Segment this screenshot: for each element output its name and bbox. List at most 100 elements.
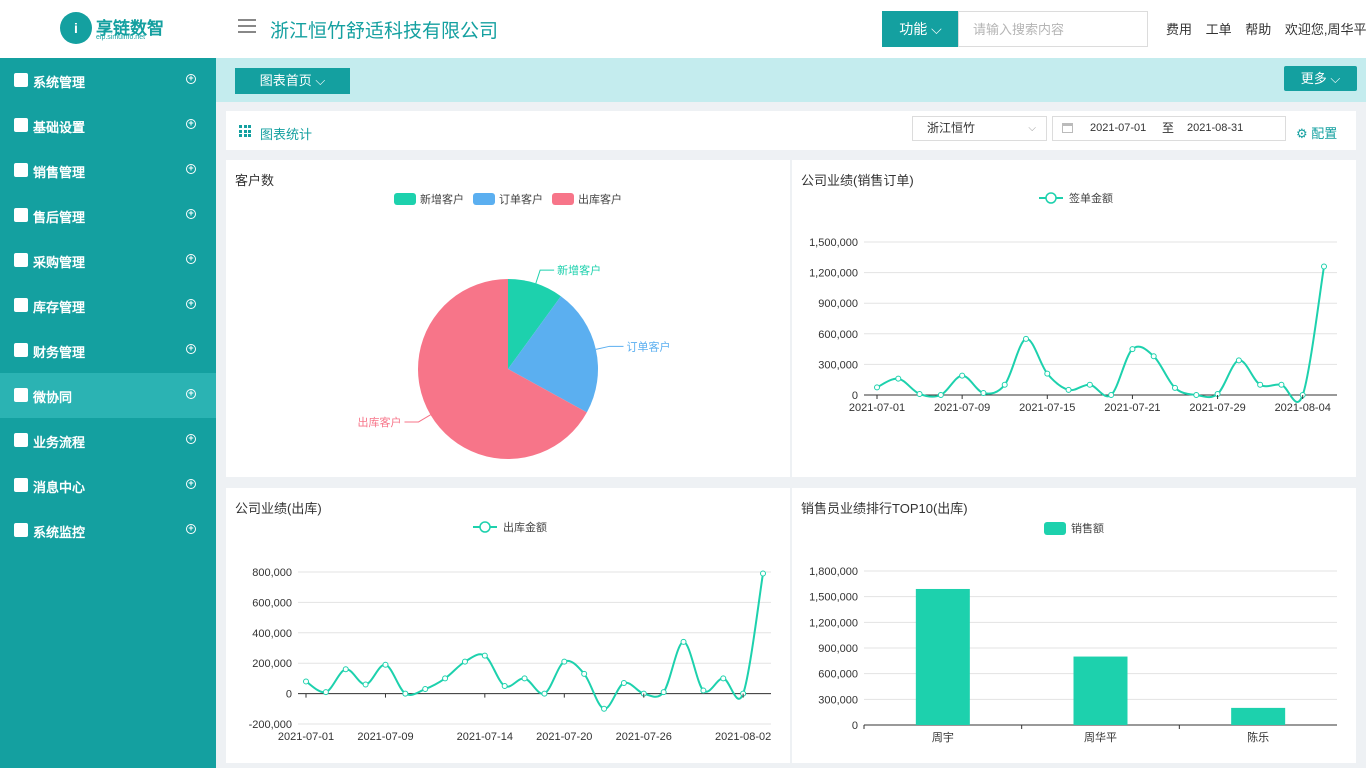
data-point bbox=[959, 372, 966, 379]
y-tick-label: 1,800,000 bbox=[809, 566, 858, 578]
x-tick-label: 2021-07-09 bbox=[934, 402, 990, 414]
pie-label-line bbox=[595, 345, 624, 350]
expand-plus-icon[interactable]: + bbox=[186, 299, 196, 309]
legend-label: 订单客户 bbox=[499, 192, 543, 206]
company-select-value: 浙江恒竹 bbox=[927, 121, 976, 135]
data-point bbox=[342, 666, 349, 673]
expand-plus-icon[interactable]: + bbox=[186, 389, 196, 399]
data-point bbox=[1257, 381, 1264, 388]
sidebar-item[interactable]: 基础设置 + bbox=[0, 103, 216, 148]
expand-plus-icon[interactable]: + bbox=[186, 344, 196, 354]
expand-plus-icon[interactable]: + bbox=[186, 434, 196, 444]
sales-order-panel: 公司业绩(销售订单) 签单金额 0 300,000 600,000 900,000 1,2… bbox=[792, 160, 1356, 477]
more-button[interactable]: 更多 ⌵ bbox=[1284, 66, 1357, 91]
salesperson-bar-chart: 销售额 0 300,000 600,000 900,000 1,200,000 1,500,… bbox=[809, 521, 1337, 744]
data-point bbox=[581, 670, 588, 677]
data-point bbox=[937, 392, 944, 398]
expand-plus-icon[interactable]: + bbox=[186, 74, 196, 84]
outbound-panel: 公司业绩(出库) 出库金额 -200,000 0 200,000 400,000 600,… bbox=[226, 488, 790, 763]
expand-plus-icon[interactable]: + bbox=[186, 479, 196, 489]
sidebar-item[interactable]: 采购管理 + bbox=[0, 238, 216, 283]
function-dropdown-button[interactable]: 功能 ⌵ bbox=[882, 11, 959, 47]
expand-plus-icon[interactable]: + bbox=[186, 254, 196, 264]
sidebar-item[interactable]: 系统管理 + bbox=[0, 58, 216, 103]
toolbar-title: 图表统计 bbox=[260, 127, 313, 142]
y-tick-label: 300,000 bbox=[818, 359, 858, 371]
data-point bbox=[1129, 346, 1136, 353]
sidebar-item[interactable]: 销售管理 + bbox=[0, 148, 216, 193]
date-separator: 至 bbox=[1162, 121, 1175, 135]
data-point bbox=[521, 675, 528, 682]
sidebar-item[interactable]: 微协同 + bbox=[0, 373, 216, 418]
data-point bbox=[874, 384, 880, 391]
help-link[interactable]: 帮助 bbox=[1245, 22, 1271, 37]
sidebar-item[interactable]: 系统监控 + bbox=[0, 508, 216, 553]
sidebar-item-label: 系统管理 bbox=[33, 75, 86, 90]
y-tick-label: 400,000 bbox=[252, 628, 292, 640]
legend-marker bbox=[479, 521, 491, 533]
date-to[interactable]: 2021-08-31 bbox=[1187, 117, 1243, 140]
grid-icon bbox=[239, 125, 251, 137]
sidebar-item-label: 系统监控 bbox=[33, 525, 86, 540]
user-welcome[interactable]: 欢迎您,周华平 bbox=[1285, 22, 1366, 37]
date-range-picker[interactable]: 2021-07-01 至 2021-08-31 bbox=[1052, 116, 1286, 141]
x-tick-label: 2021-07-01 bbox=[278, 731, 334, 743]
sidebar-item[interactable]: 售后管理 + bbox=[0, 193, 216, 238]
company-name: 浙江恒竹舒适科技有限公司 bbox=[270, 21, 499, 42]
sidebar-item-label: 基础设置 bbox=[33, 120, 86, 135]
x-tick-label: 2021-07-20 bbox=[536, 731, 592, 743]
x-tick-label: 2021-07-14 bbox=[457, 731, 513, 743]
expense-link[interactable]: 费用 bbox=[1166, 22, 1192, 37]
x-tick-label: 2021-07-15 bbox=[1019, 402, 1075, 414]
data-point bbox=[362, 681, 369, 688]
logo-subtitle: eip.simuinfo.net bbox=[96, 34, 146, 41]
y-tick-label: 300,000 bbox=[818, 694, 858, 706]
date-from[interactable]: 2021-07-01 bbox=[1090, 117, 1146, 140]
sidebar-item-label: 库存管理 bbox=[33, 300, 86, 315]
sidebar-item[interactable]: 消息中心 + bbox=[0, 463, 216, 508]
expand-plus-icon[interactable]: + bbox=[186, 119, 196, 129]
customer-count-panel: 客户数 新增客户 订单客户 出库客户 新增客户 订单客户 出库客户 bbox=[226, 160, 790, 477]
search-input[interactable] bbox=[958, 11, 1148, 47]
tab-chart-home[interactable]: 图表首页 ⌵ bbox=[235, 68, 350, 94]
grid-icon bbox=[14, 73, 28, 87]
sidebar-item-label: 业务流程 bbox=[33, 435, 86, 450]
y-tick-label: 900,000 bbox=[818, 643, 858, 655]
data-point bbox=[601, 705, 608, 712]
legend-swatch bbox=[394, 193, 416, 205]
y-tick-label: 900,000 bbox=[818, 298, 858, 310]
config-button[interactable]: ⚙ 配置 bbox=[1296, 123, 1337, 142]
expand-plus-icon[interactable]: + bbox=[186, 524, 196, 534]
data-point bbox=[660, 689, 667, 696]
y-tick-label: 600,000 bbox=[818, 669, 858, 681]
badge-icon bbox=[14, 208, 28, 222]
app-logo[interactable]: i 享链数智 eip.simuinfo.net bbox=[60, 12, 170, 46]
y-tick-label: 1,200,000 bbox=[809, 617, 858, 629]
data-point bbox=[1278, 381, 1285, 388]
legend-label: 新增客户 bbox=[420, 192, 464, 206]
x-tick-label: 2021-07-01 bbox=[849, 402, 905, 414]
y-tick-label: 0 bbox=[286, 689, 292, 701]
data-point bbox=[700, 687, 707, 694]
ticket-link[interactable]: 工单 bbox=[1206, 22, 1232, 37]
x-tick-label: 2021-07-29 bbox=[1189, 402, 1245, 414]
data-point bbox=[402, 690, 409, 697]
hamburger-menu-icon[interactable] bbox=[238, 19, 256, 35]
legend-swatch bbox=[552, 193, 574, 205]
data-point bbox=[680, 638, 687, 645]
pie-label: 新增客户 bbox=[557, 263, 601, 277]
sidebar-item-label: 采购管理 bbox=[33, 255, 86, 270]
expand-plus-icon[interactable]: + bbox=[186, 164, 196, 174]
x-tick-label: 2021-07-21 bbox=[1104, 402, 1160, 414]
data-point bbox=[916, 390, 923, 397]
sidebar-item-label: 消息中心 bbox=[33, 480, 86, 495]
expand-plus-icon[interactable]: + bbox=[186, 209, 196, 219]
calendar-icon bbox=[1062, 123, 1073, 133]
sidebar-item[interactable]: 财务管理 + bbox=[0, 328, 216, 373]
bar bbox=[915, 588, 970, 725]
sidebar-item[interactable]: 库存管理 + bbox=[0, 283, 216, 328]
location-icon bbox=[14, 523, 28, 537]
company-select[interactable]: 浙江恒竹 ⌵ bbox=[912, 116, 1047, 141]
sidebar-item[interactable]: 业务流程 + bbox=[0, 418, 216, 463]
data-point bbox=[1065, 386, 1072, 393]
